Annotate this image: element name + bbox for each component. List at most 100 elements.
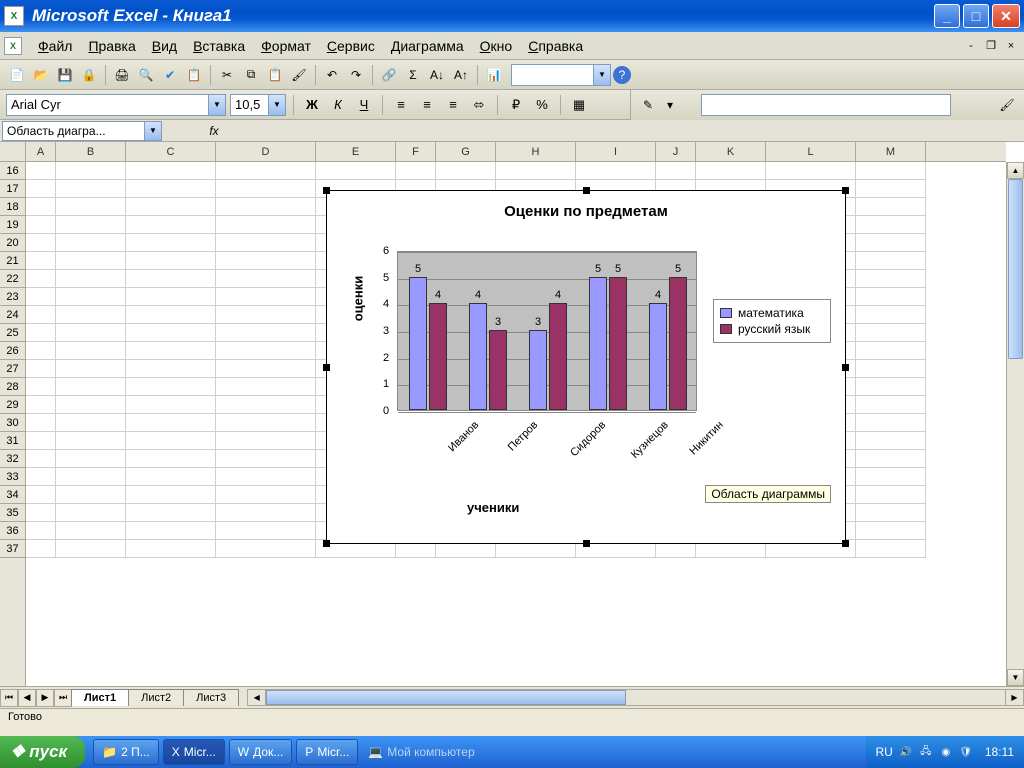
scroll-up-icon[interactable]: ▲ xyxy=(1007,162,1024,179)
tab-last-icon[interactable]: ⏭ xyxy=(54,689,72,707)
sheet-tab[interactable]: Лист3 xyxy=(183,689,239,706)
sort-asc-icon[interactable]: A↓ xyxy=(426,64,448,86)
chart-ylabel[interactable]: оценки xyxy=(350,276,365,322)
row-header[interactable]: 19 xyxy=(0,216,25,234)
permissions-icon[interactable]: 🔒 xyxy=(78,64,100,86)
chart-legend[interactable]: математикарусский язык xyxy=(713,299,831,343)
col-header-B[interactable]: B xyxy=(56,142,126,161)
percent-icon[interactable]: % xyxy=(531,94,553,116)
row-header[interactable]: 18 xyxy=(0,198,25,216)
chart-wizard-icon[interactable]: 📊 xyxy=(483,64,505,86)
row-header[interactable]: 21 xyxy=(0,252,25,270)
chart-bar[interactable] xyxy=(589,277,607,410)
zoom-combo[interactable]: ▼ xyxy=(511,64,611,86)
row-header[interactable]: 36 xyxy=(0,522,25,540)
tray-icon[interactable]: 🔊 xyxy=(899,745,913,759)
sheet-tab[interactable]: Лист2 xyxy=(128,689,184,706)
menu-chart[interactable]: Диаграмма xyxy=(383,36,472,56)
taskbar-item[interactable]: XMicr... xyxy=(163,739,225,765)
align-center-icon[interactable]: ≡ xyxy=(416,94,438,116)
row-header[interactable]: 16 xyxy=(0,162,25,180)
col-header-I[interactable]: I xyxy=(576,142,656,161)
taskbar-item[interactable]: 📁2 П... xyxy=(93,739,159,765)
aux-icon-2[interactable]: ▾ xyxy=(659,94,681,116)
embedded-chart[interactable]: Оценки по предметам оценки 5443345545 уч… xyxy=(326,190,846,544)
menu-view[interactable]: Вид xyxy=(144,36,185,56)
underline-button[interactable]: Ч xyxy=(353,94,375,116)
legend-item[interactable]: математика xyxy=(720,306,824,320)
col-header-G[interactable]: G xyxy=(436,142,496,161)
vertical-scrollbar[interactable]: ▲ ▼ xyxy=(1006,162,1024,686)
font-size-combo[interactable]: 10,5▼ xyxy=(230,94,286,116)
start-button[interactable]: ❖пуск xyxy=(0,736,85,768)
redo-icon[interactable]: ↷ xyxy=(345,64,367,86)
menu-window[interactable]: Окно xyxy=(472,36,521,56)
menu-file[interactable]: Файл xyxy=(30,36,80,56)
print-icon[interactable]: 🖨 xyxy=(111,64,133,86)
name-box[interactable]: Область диагра...▼ xyxy=(2,121,162,141)
row-header[interactable]: 33 xyxy=(0,468,25,486)
menu-tools[interactable]: Сервис xyxy=(319,36,383,56)
hscroll-left-icon[interactable]: ◀ xyxy=(248,690,266,705)
hscroll-right-icon[interactable]: ▶ xyxy=(1005,690,1023,705)
scroll-thumb[interactable] xyxy=(1008,179,1023,359)
system-tray[interactable]: RU 🔊 🖧 ◉ 🛡 18:11 xyxy=(866,736,1024,768)
save-icon[interactable]: 💾 xyxy=(54,64,76,86)
sheet-tab[interactable]: Лист1 xyxy=(71,689,129,706)
aux-icon-1[interactable]: ✎ xyxy=(637,94,659,116)
menu-edit[interactable]: Правка xyxy=(80,36,143,56)
row-header[interactable]: 27 xyxy=(0,360,25,378)
col-header-L[interactable]: L xyxy=(766,142,856,161)
preview-icon[interactable]: 🔍 xyxy=(135,64,157,86)
chart-bar[interactable] xyxy=(529,330,547,410)
aux-input[interactable] xyxy=(701,94,951,116)
col-header-D[interactable]: D xyxy=(216,142,316,161)
aux-brush-icon[interactable]: 🖌 xyxy=(996,94,1018,116)
undo-icon[interactable]: ↶ xyxy=(321,64,343,86)
maximize-button[interactable]: □ xyxy=(963,4,989,28)
paste-icon[interactable]: 📋 xyxy=(264,64,286,86)
mdi-minimize[interactable]: - xyxy=(962,38,980,54)
tray-icon[interactable]: 🛡 xyxy=(959,745,973,759)
tab-prev-icon[interactable]: ◀ xyxy=(18,689,36,707)
italic-button[interactable]: К xyxy=(327,94,349,116)
col-header-C[interactable]: C xyxy=(126,142,216,161)
help-icon[interactable]: ? xyxy=(613,66,631,84)
column-headers[interactable]: ABCDEFGHIJKLM xyxy=(26,142,1006,162)
select-all-corner[interactable] xyxy=(0,142,26,162)
chart-bar[interactable] xyxy=(669,277,687,410)
horizontal-scrollbar[interactable]: ◀ ▶ xyxy=(247,689,1024,706)
chart-xlabel[interactable]: ученики xyxy=(467,500,519,515)
open-icon[interactable]: 📂 xyxy=(30,64,52,86)
cut-icon[interactable]: ✂ xyxy=(216,64,238,86)
taskbar-item[interactable]: 💻Мой компьютер xyxy=(360,739,482,765)
tab-first-icon[interactable]: ⏮ xyxy=(0,689,18,707)
menu-format[interactable]: Формат xyxy=(253,36,319,56)
row-header[interactable]: 37 xyxy=(0,540,25,558)
chart-bar[interactable] xyxy=(649,303,667,410)
autosum-icon[interactable]: Σ xyxy=(402,64,424,86)
taskbar-item[interactable]: WДок... xyxy=(229,739,293,765)
col-header-J[interactable]: J xyxy=(656,142,696,161)
tab-next-icon[interactable]: ▶ xyxy=(36,689,54,707)
col-header-F[interactable]: F xyxy=(396,142,436,161)
close-button[interactable]: ✕ xyxy=(992,4,1020,28)
row-header[interactable]: 22 xyxy=(0,270,25,288)
fx-icon[interactable]: fx xyxy=(202,124,226,138)
row-header[interactable]: 35 xyxy=(0,504,25,522)
align-left-icon[interactable]: ≡ xyxy=(390,94,412,116)
row-header[interactable]: 24 xyxy=(0,306,25,324)
row-header[interactable]: 20 xyxy=(0,234,25,252)
col-header-A[interactable]: A xyxy=(26,142,56,161)
row-headers[interactable]: 1617181920212223242526272829303132333435… xyxy=(0,162,26,686)
row-header[interactable]: 31 xyxy=(0,432,25,450)
research-icon[interactable]: 📋 xyxy=(183,64,205,86)
currency-icon[interactable]: ₽ xyxy=(505,94,527,116)
col-header-M[interactable]: M xyxy=(856,142,926,161)
chart-bar[interactable] xyxy=(549,303,567,410)
chart-title[interactable]: Оценки по предметам xyxy=(327,203,845,220)
tray-icon[interactable]: 🖧 xyxy=(919,745,933,759)
taskbar-item[interactable]: PMicr... xyxy=(296,739,358,765)
row-header[interactable]: 29 xyxy=(0,396,25,414)
lang-indicator[interactable]: RU xyxy=(876,745,893,759)
